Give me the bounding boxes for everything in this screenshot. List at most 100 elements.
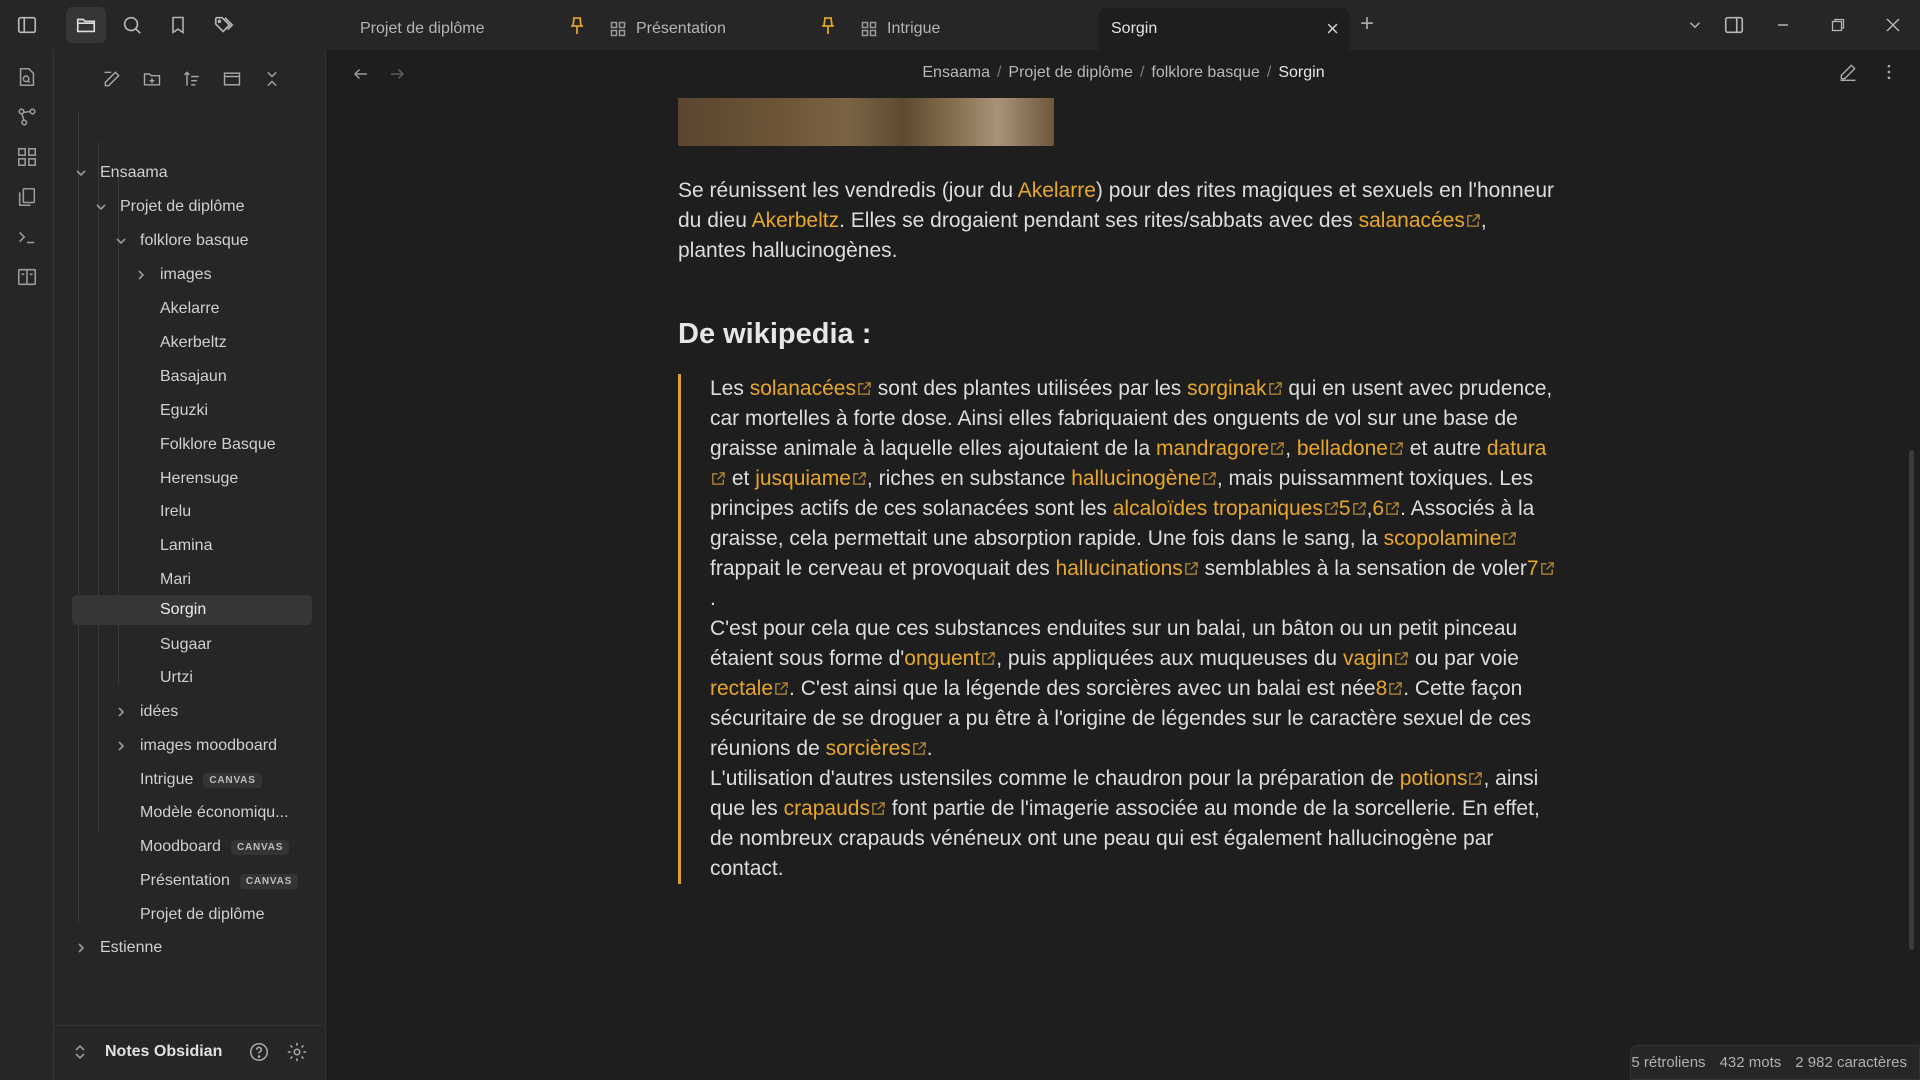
external-link[interactable]: belladone [1297, 437, 1388, 460]
tree-note-selected[interactable]: Sorgin [72, 595, 312, 625]
external-link[interactable]: onguent [904, 647, 980, 670]
reference-link[interactable]: 5 [1339, 497, 1351, 520]
external-link[interactable]: jusquiame [755, 467, 851, 490]
reference-link[interactable]: 6 [1372, 497, 1384, 520]
tree-canvas-presentation[interactable]: Présentation CANVAS [104, 866, 314, 896]
new-note-button[interactable] [96, 64, 128, 94]
sort-icon [183, 71, 199, 86]
external-link[interactable]: alcaloïdes tropaniques [1113, 497, 1323, 520]
tree-note[interactable]: Sugaar [124, 630, 314, 660]
internal-link[interactable]: Akelarre [1018, 179, 1096, 202]
tree-note[interactable]: Irelu [124, 497, 314, 527]
files-view-button[interactable] [66, 7, 106, 43]
external-link[interactable]: scopolamine [1384, 527, 1502, 550]
external-link[interactable]: potions [1400, 767, 1468, 790]
tree-folder-estienne[interactable]: Estienne [64, 933, 314, 963]
external-link[interactable]: sorcières [826, 737, 911, 760]
tree-label: Eguzki [160, 402, 209, 419]
scrollbar[interactable] [1909, 450, 1914, 950]
tab-label: Présentation [636, 20, 726, 37]
internal-link[interactable]: Akerbeltz [752, 209, 840, 232]
slides-button[interactable] [12, 262, 42, 292]
open-quick-switcher-button[interactable] [12, 62, 42, 92]
new-tab-button[interactable]: + [1360, 10, 1374, 38]
close-window-button[interactable] [1878, 12, 1908, 38]
reference-link[interactable]: 7 [1527, 557, 1539, 580]
graph-view-button[interactable] [12, 102, 42, 132]
external-link[interactable]: datura [1487, 437, 1547, 460]
vault-name[interactable]: Notes Obsidian [105, 1043, 222, 1061]
breadcrumb-current[interactable]: Sorgin [1278, 64, 1324, 81]
tab-sorgin[interactable]: Sorgin × [1099, 8, 1349, 50]
command-palette-button[interactable] [12, 222, 42, 252]
breadcrumb-item[interactable]: Projet de diplôme [1008, 64, 1133, 81]
external-link[interactable]: hallucinogène [1071, 467, 1201, 490]
breadcrumb-item[interactable]: Ensaama [922, 64, 990, 81]
tree-note[interactable]: Akelarre [124, 294, 314, 324]
external-link[interactable]: vagin [1343, 647, 1393, 670]
external-link[interactable]: hallucinations [1056, 557, 1183, 580]
more-options-button[interactable] [1879, 62, 1899, 87]
external-link[interactable]: solanacées [750, 377, 856, 400]
settings-icon[interactable] [286, 1041, 308, 1068]
tree-note[interactable]: Herensuge [124, 464, 314, 494]
bookmarks-button[interactable] [158, 7, 198, 43]
pencil-icon [1840, 64, 1856, 82]
edit-icon [104, 71, 120, 87]
collapse-view-button[interactable] [216, 64, 248, 94]
tree-note[interactable]: Lamina [124, 531, 314, 561]
new-folder-button[interactable] [136, 64, 168, 94]
tree-label: folklore basque [140, 232, 249, 249]
tree-folder-projet-de-diplome[interactable]: Projet de diplôme [84, 192, 314, 222]
toggle-left-sidebar-button[interactable] [7, 7, 47, 43]
tree-note[interactable]: Akerbeltz [124, 328, 314, 358]
backlinks-count[interactable]: 5 rétroliens [1631, 1054, 1705, 1071]
tree-note[interactable]: Urtzi [124, 663, 314, 693]
external-link-icon [1268, 382, 1282, 395]
help-icon[interactable] [248, 1041, 270, 1068]
minimize-button[interactable] [1768, 12, 1798, 38]
tree-note-modele[interactable]: Modèle économiqu... [104, 798, 314, 828]
restore-button[interactable] [1823, 12, 1853, 38]
external-link[interactable]: mandragore [1156, 437, 1269, 460]
collapse-all-button[interactable] [256, 64, 288, 94]
tree-folder-images[interactable]: images [124, 260, 314, 290]
tab-intrigue[interactable]: Intrigue [861, 8, 1091, 50]
tree-note[interactable]: Mari [124, 565, 314, 595]
reference-link[interactable]: 8 [1376, 677, 1388, 700]
edit-mode-button[interactable] [1838, 62, 1858, 87]
external-link[interactable]: salanacées [1359, 209, 1465, 232]
tree-guide [98, 142, 99, 832]
tree-folder-images-moodboard[interactable]: images moodboard [104, 731, 314, 761]
tree-note-projet-de-diplome[interactable]: Projet de diplôme [104, 900, 314, 930]
restore-icon [1831, 18, 1845, 32]
tree-folder-idees[interactable]: idées [104, 697, 314, 727]
pin-icon[interactable] [820, 16, 836, 41]
more-vertical-icon [1887, 64, 1891, 80]
search-button[interactable] [112, 7, 152, 43]
tree-note[interactable]: Eguzki [124, 396, 314, 426]
tab-list-button[interactable] [1680, 12, 1710, 38]
close-tab-button[interactable]: × [1326, 16, 1339, 42]
external-link[interactable]: sorginak [1187, 377, 1266, 400]
tree-folder-folklore-basque[interactable]: folklore basque [104, 226, 314, 256]
tab-presentation[interactable]: Présentation [610, 8, 810, 50]
chevron-up-down-icon[interactable] [74, 1044, 86, 1065]
tree-note[interactable]: Basajaun [124, 362, 314, 392]
bookmark-icon [172, 16, 184, 34]
breadcrumb-item[interactable]: folklore basque [1151, 64, 1260, 81]
file-explorer: Ensaama Projet de diplôme folklore basqu… [54, 50, 326, 1080]
pin-icon[interactable] [569, 16, 585, 41]
canvas-button[interactable] [12, 142, 42, 172]
sort-button[interactable] [176, 64, 208, 94]
tree-note[interactable]: Folklore Basque [124, 430, 314, 460]
tab-projet-de-diplome[interactable]: Projet de diplôme [360, 8, 575, 50]
tree-canvas-intrigue[interactable]: Intrigue CANVAS [104, 765, 314, 795]
external-link[interactable]: rectale [710, 677, 773, 700]
tags-button[interactable] [204, 7, 244, 43]
external-link[interactable]: crapauds [784, 797, 870, 820]
tree-folder-ensaama[interactable]: Ensaama [64, 158, 314, 188]
templates-button[interactable] [12, 182, 42, 212]
tree-canvas-moodboard[interactable]: Moodboard CANVAS [104, 832, 314, 862]
toggle-right-sidebar-button[interactable] [1719, 12, 1749, 38]
